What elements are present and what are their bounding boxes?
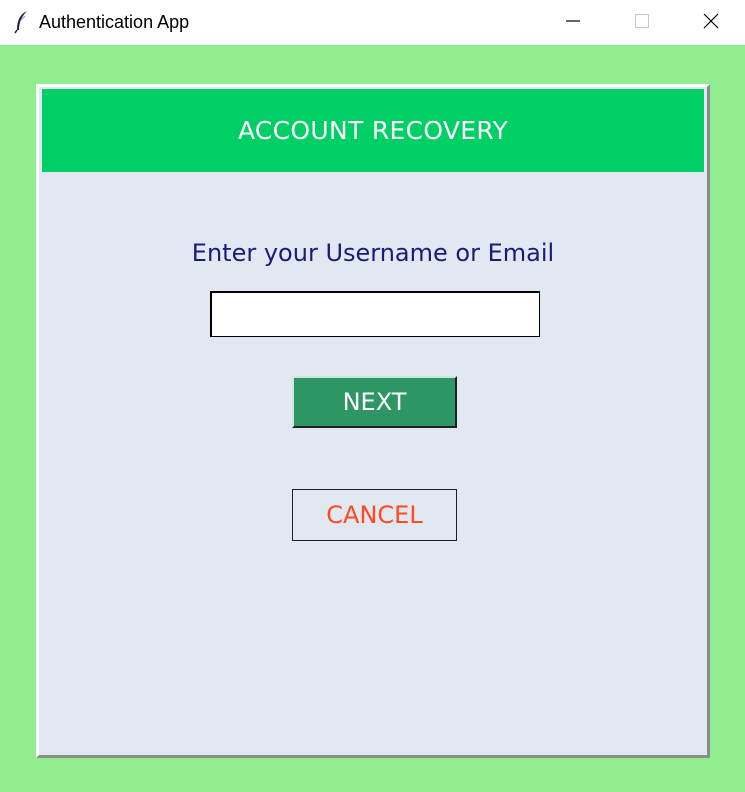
minimize-icon bbox=[565, 13, 581, 33]
window-titlebar[interactable]: Authentication App bbox=[0, 0, 745, 45]
next-button[interactable]: NEXT bbox=[292, 376, 457, 428]
window-title: Authentication App bbox=[39, 12, 190, 32]
username-email-input[interactable] bbox=[210, 291, 540, 337]
header-bar: ACCOUNT RECOVERY bbox=[42, 89, 704, 172]
page-title: ACCOUNT RECOVERY bbox=[237, 116, 509, 145]
maximize-icon bbox=[634, 13, 650, 33]
feather-icon bbox=[14, 10, 30, 34]
close-button[interactable] bbox=[676, 0, 745, 45]
maximize-button[interactable] bbox=[607, 0, 677, 45]
recovery-frame: ACCOUNT RECOVERY Enter your Username or … bbox=[36, 84, 710, 758]
close-icon bbox=[703, 13, 719, 33]
recovery-panel: ACCOUNT RECOVERY Enter your Username or … bbox=[42, 89, 704, 753]
cancel-button[interactable]: CANCEL bbox=[292, 489, 457, 541]
minimize-button[interactable] bbox=[538, 0, 608, 45]
username-email-label: Enter your Username or Email bbox=[191, 239, 555, 267]
